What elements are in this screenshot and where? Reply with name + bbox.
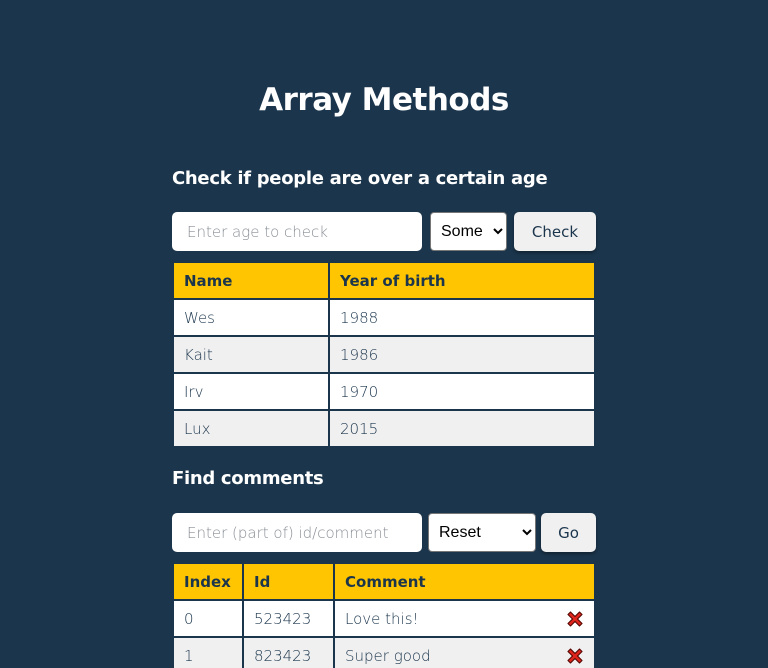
table-row: 0 523423 Love this! <box>172 599 596 638</box>
column-header-index: Index <box>172 562 244 601</box>
column-header-comment: Comment <box>333 562 596 601</box>
table-row: Wes 1988 <box>172 298 596 337</box>
people-table-header-row: Name Year of birth <box>172 261 596 300</box>
comment-cell: Love this! <box>333 599 596 638</box>
column-header-name: Name <box>172 261 330 300</box>
comments-section-heading: Find comments <box>172 468 324 489</box>
comment-text: Super good <box>345 646 431 665</box>
age-input[interactable] <box>172 212 422 251</box>
comment-mode-select[interactable]: Reset <box>428 513 536 552</box>
person-year: 1986 <box>328 335 596 374</box>
comment-id: 523423 <box>242 599 335 638</box>
column-header-id: Id <box>242 562 335 601</box>
people-table: Name Year of birth Wes 1988 Kait 1986 Ir… <box>172 261 596 448</box>
comment-cell: Super good <box>333 636 596 668</box>
comments-table-header-row: Index Id Comment <box>172 562 596 601</box>
person-name: Kait <box>172 335 330 374</box>
person-year: 1970 <box>328 372 596 411</box>
column-header-year-of-birth: Year of birth <box>328 261 596 300</box>
comment-search-input[interactable] <box>172 513 422 552</box>
age-section-heading: Check if people are over a certain age <box>172 168 548 189</box>
person-name: Wes <box>172 298 330 337</box>
person-year: 2015 <box>328 409 596 448</box>
comment-text: Love this! <box>345 609 419 628</box>
page-title: Array Methods <box>259 82 509 118</box>
delete-x-icon[interactable] <box>566 647 584 665</box>
comment-id: 823423 <box>242 636 335 668</box>
delete-x-icon[interactable] <box>566 610 584 628</box>
table-row: Kait 1986 <box>172 335 596 374</box>
table-row: Irv 1970 <box>172 372 596 411</box>
check-button[interactable]: Check <box>514 212 596 251</box>
person-name: Lux <box>172 409 330 448</box>
comments-table: Index Id Comment 0 523423 Love this! 1 8… <box>172 562 596 668</box>
comment-index: 1 <box>172 636 244 668</box>
table-row: 1 823423 Super good <box>172 636 596 668</box>
person-year: 1988 <box>328 298 596 337</box>
go-button[interactable]: Go <box>541 513 596 552</box>
comment-index: 0 <box>172 599 244 638</box>
age-mode-select[interactable]: Some <box>430 212 507 251</box>
table-row: Lux 2015 <box>172 409 596 448</box>
person-name: Irv <box>172 372 330 411</box>
